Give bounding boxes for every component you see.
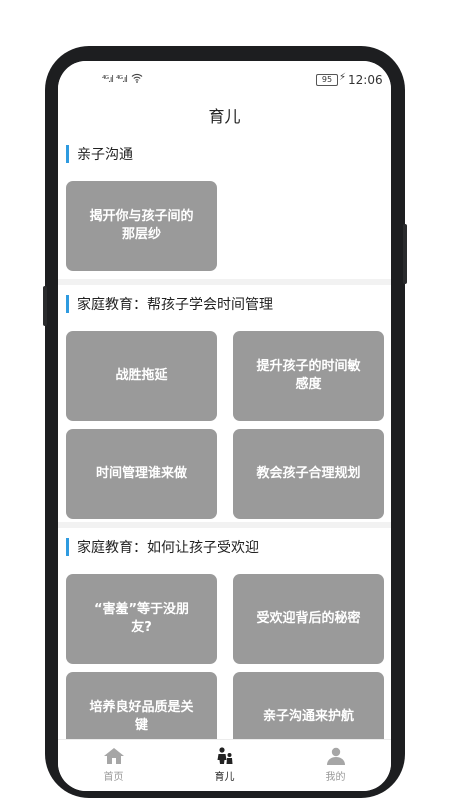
- parenting-icon: [217, 747, 232, 764]
- signal-icon: ⁴ᴳ.ıl: [102, 75, 114, 85]
- article-card[interactable]: 揭开你与孩子间的那层纱: [66, 181, 217, 271]
- battery-icon: 95: [316, 74, 338, 86]
- article-card[interactable]: 教会孩子合理规划: [233, 429, 384, 519]
- wifi-icon: [131, 73, 143, 86]
- section-accent-bar: [66, 538, 69, 556]
- section-parent-child-communication: 亲子沟通 揭开你与孩子间的那层纱: [58, 135, 391, 279]
- article-card[interactable]: 时间管理谁来做: [66, 429, 217, 519]
- signal-icon-2: ⁴ᴳ.ıl: [116, 75, 128, 85]
- content-scroll[interactable]: 亲子沟通 揭开你与孩子间的那层纱 家庭教育：帮孩子学会时间管理 战胜拖延 提升孩…: [58, 135, 391, 739]
- article-card[interactable]: 战胜拖延: [66, 331, 217, 421]
- article-card[interactable]: “害羞”等于没朋友?: [66, 574, 217, 664]
- section-popularity: 家庭教育：如何让孩子受欢迎 “害羞”等于没朋友? 受欢迎背后的秘密 培养良好品质…: [58, 528, 391, 739]
- bottom-tab-bar: 首页 育儿 我的: [58, 739, 391, 791]
- tab-home-label: 首页: [103, 772, 124, 783]
- home-icon: [103, 748, 124, 764]
- section-accent-bar: [66, 145, 69, 163]
- tab-profile[interactable]: 我的: [280, 740, 391, 791]
- section-title: 家庭教育：帮孩子学会时间管理: [77, 297, 273, 313]
- profile-icon: [326, 747, 345, 765]
- status-bar: ⁴ᴳ.ıl ⁴ᴳ.ıl 95 ⚡ 12:06: [58, 61, 391, 99]
- section-header: 家庭教育：如何让孩子受欢迎: [66, 537, 259, 557]
- tab-parenting[interactable]: 育儿: [169, 740, 280, 791]
- article-card[interactable]: 受欢迎背后的秘密: [233, 574, 384, 664]
- article-card[interactable]: 培养良好品质是关键: [66, 672, 217, 739]
- section-header: 亲子沟通: [66, 144, 133, 164]
- clock: 12:06: [348, 73, 383, 87]
- section-title: 家庭教育：如何让孩子受欢迎: [77, 540, 259, 556]
- charging-icon: ⚡: [339, 72, 347, 83]
- section-title: 亲子沟通: [77, 147, 133, 163]
- page-title: 育儿: [58, 99, 391, 135]
- tab-home[interactable]: 首页: [58, 740, 169, 791]
- volume-button: [43, 286, 47, 326]
- screen: ⁴ᴳ.ıl ⁴ᴳ.ıl 95 ⚡ 12:06 育儿 亲子沟通 揭开你与孩子间的那…: [58, 61, 391, 791]
- section-time-management: 家庭教育：帮孩子学会时间管理 战胜拖延 提升孩子的时间敏感度 时间管理谁来做 教…: [58, 285, 391, 522]
- tab-parenting-label: 育儿: [214, 772, 235, 783]
- article-card[interactable]: 提升孩子的时间敏感度: [233, 331, 384, 421]
- tab-profile-label: 我的: [325, 772, 346, 783]
- section-header: 家庭教育：帮孩子学会时间管理: [66, 294, 273, 314]
- article-card[interactable]: 亲子沟通来护航: [233, 672, 384, 739]
- power-button: [403, 224, 407, 284]
- section-accent-bar: [66, 295, 69, 313]
